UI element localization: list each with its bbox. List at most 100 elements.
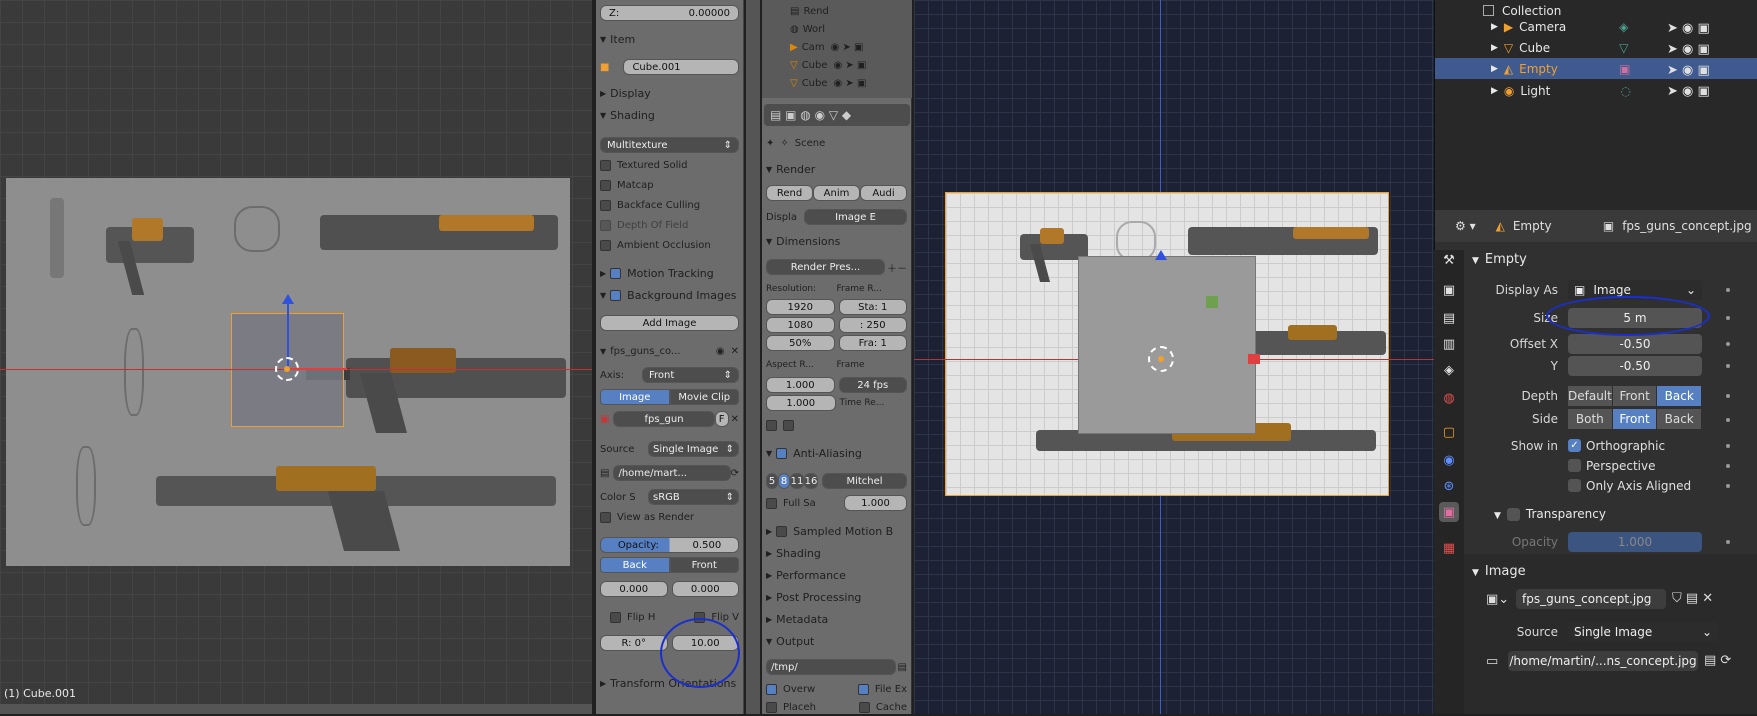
output-tab-icon[interactable]: ▤ <box>1439 308 1459 328</box>
item-name-field[interactable]: Cube.001 <box>623 59 739 75</box>
fake-user-button[interactable]: F <box>714 411 729 427</box>
aa-checkbox[interactable] <box>776 447 788 459</box>
filepath-field[interactable]: /home/mart... <box>613 465 731 481</box>
res-pct-field[interactable]: 50% <box>766 335 835 351</box>
remove-icon[interactable]: － <box>897 260 907 275</box>
transparency-checkbox[interactable] <box>1506 508 1520 521</box>
offset-y-field[interactable]: -0.50 <box>1568 356 1702 376</box>
overwrite-checkbox[interactable] <box>766 683 777 695</box>
object-tab-icon[interactable]: ▢ <box>1439 422 1459 442</box>
folder-icon-2[interactable]: ▤ <box>898 662 907 673</box>
add-icon[interactable]: ＋ <box>887 260 897 275</box>
data-tab-icon[interactable]: ▣ <box>1439 502 1459 522</box>
dimensions-header[interactable]: Dimensions <box>776 235 840 248</box>
close-icon[interactable]: ✕ <box>731 346 739 357</box>
z-field[interactable]: Z: 0.00000 <box>600 5 739 21</box>
post-processing-header[interactable]: Post Processing <box>776 591 861 604</box>
image-source-select[interactable]: Single Image ⌄ <box>1568 622 1718 642</box>
offset-y-field[interactable]: 0.000 <box>671 581 739 597</box>
rotation-field[interactable]: R: 0° <box>600 635 668 651</box>
side-front[interactable]: Front <box>1612 409 1658 429</box>
render-audio-button[interactable]: Audi <box>860 185 907 201</box>
eye-icon[interactable]: ◉ <box>716 346 725 357</box>
constraints-tab-icon[interactable]: ⊛ <box>1439 476 1459 496</box>
performance-header[interactable]: Performance <box>776 569 846 582</box>
close-icon-2[interactable]: ✕ <box>731 414 739 425</box>
textured-solid-checkbox[interactable] <box>600 159 611 171</box>
side-both[interactable]: Both <box>1568 409 1613 429</box>
folder-icon[interactable]: ▤ <box>600 468 609 479</box>
offset-x-field[interactable]: 0.000 <box>600 581 668 597</box>
side-back[interactable]: Back <box>1657 409 1703 429</box>
source-select[interactable]: Single Image ⇕ <box>648 441 739 457</box>
reload-icon[interactable]: ⟳ <box>731 468 739 479</box>
opacity-field[interactable]: Opacity: 0.500 <box>600 537 739 553</box>
filter-size-field[interactable]: 1.000 <box>844 495 907 511</box>
3d-cursor-icon-right[interactable] <box>1148 346 1174 372</box>
panel-scrollbar[interactable] <box>746 0 760 714</box>
add-image-button[interactable]: Add Image <box>600 315 739 331</box>
perspective-checkbox[interactable] <box>1568 459 1581 472</box>
image-name-field[interactable]: fps_guns_concept.jpg <box>1516 589 1666 609</box>
cube-object-right[interactable] <box>1078 256 1256 434</box>
ao-checkbox[interactable] <box>600 239 611 251</box>
shading-mode-select[interactable]: Multitexture ⇕ <box>600 137 739 153</box>
tool-tab-icon[interactable]: ⚒ <box>1439 250 1459 270</box>
axis-select[interactable]: Front ⇕ <box>642 367 739 383</box>
world-tab-icon[interactable]: ◍ <box>1439 388 1459 408</box>
movie-clip-tab[interactable]: Movie Clip <box>669 389 739 405</box>
offset-x-field[interactable]: -0.50 <box>1568 334 1702 354</box>
render-image-button[interactable]: Rend <box>766 185 813 201</box>
crop-checkbox[interactable] <box>783 419 794 431</box>
aa-16-button[interactable]: 16 <box>804 473 818 489</box>
view-as-render-checkbox[interactable] <box>600 511 611 523</box>
image-filepath-field[interactable]: /home/martin/...ns_concept.jpg <box>1508 651 1698 671</box>
opacity-field[interactable]: 1.000 <box>1568 532 1702 552</box>
axis-aligned-checkbox[interactable] <box>1568 479 1581 492</box>
display-select[interactable]: Image E <box>804 209 907 225</box>
filepath-action-icons[interactable]: ▤ ⟳ <box>1704 653 1731 668</box>
image-action-icons[interactable]: ⛉ ▤ ✕ <box>1672 591 1713 606</box>
border-checkbox[interactable] <box>766 419 777 431</box>
empty-section-header[interactable]: Empty <box>1485 252 1527 267</box>
depth-selector[interactable]: Default Front Back <box>1568 386 1703 406</box>
depth-default[interactable]: Default <box>1568 386 1613 406</box>
bg-images-checkbox[interactable] <box>610 289 622 301</box>
backface-culling-checkbox[interactable] <box>600 199 611 211</box>
image-datablock[interactable]: fps_gun <box>613 411 715 427</box>
view-layer-tab-icon[interactable]: ▥ <box>1439 334 1459 354</box>
aa-8-button[interactable]: 8 <box>778 473 790 489</box>
physics-tab-icon[interactable]: ◉ <box>1439 450 1459 470</box>
shading-header-mid[interactable]: Shading <box>776 547 821 560</box>
image-browse-icon[interactable]: ▣⌄ <box>1486 592 1509 607</box>
render-presets-select[interactable]: Render Pres... <box>766 259 885 275</box>
3d-cursor-icon[interactable] <box>275 357 299 381</box>
metadata-header[interactable]: Metadata <box>776 613 828 626</box>
output-header[interactable]: Output <box>776 635 814 648</box>
image-section-header[interactable]: Image <box>1485 564 1526 579</box>
collection-checkbox[interactable] <box>1483 5 1494 16</box>
aspect-y-field[interactable]: 1.000 <box>766 395 836 411</box>
full-sample-checkbox[interactable] <box>766 497 777 509</box>
flip-h-checkbox[interactable] <box>610 611 621 623</box>
aa-filter-select[interactable]: Mitchel <box>822 473 907 489</box>
smb-checkbox[interactable] <box>776 525 788 537</box>
output-path-field[interactable]: /tmp/ <box>766 659 896 675</box>
bg-image-name[interactable]: fps_guns_co... <box>610 346 716 357</box>
motion-tracking-checkbox[interactable] <box>610 267 622 279</box>
matcap-checkbox[interactable] <box>600 179 611 191</box>
outliner-visibility-icons[interactable]: ➤ ◉ ▣ ➤ ◉ ▣ ➤ ◉ ▣ ➤ ◉ ▣ <box>1667 18 1747 102</box>
scene-tab-icon[interactable]: ◈ <box>1439 360 1459 380</box>
orthographic-checkbox[interactable]: ✓ <box>1568 439 1581 452</box>
editor-type-icon[interactable]: ⚙ ▾ <box>1455 219 1476 233</box>
display-header[interactable]: Display <box>610 87 651 100</box>
shading-header[interactable]: Shading <box>610 109 655 122</box>
res-y-field[interactable]: 1080 <box>766 317 835 333</box>
back-button[interactable]: Back <box>600 557 670 573</box>
cache-checkbox[interactable] <box>858 701 870 713</box>
depth-back[interactable]: Back <box>1657 386 1703 406</box>
render-tab-icon[interactable]: ▣ <box>1439 280 1459 300</box>
aa-11-button[interactable]: 11 <box>790 473 804 489</box>
image-tab[interactable]: Image <box>600 389 670 405</box>
frame-step-field[interactable]: Fra: 1 <box>838 335 907 351</box>
